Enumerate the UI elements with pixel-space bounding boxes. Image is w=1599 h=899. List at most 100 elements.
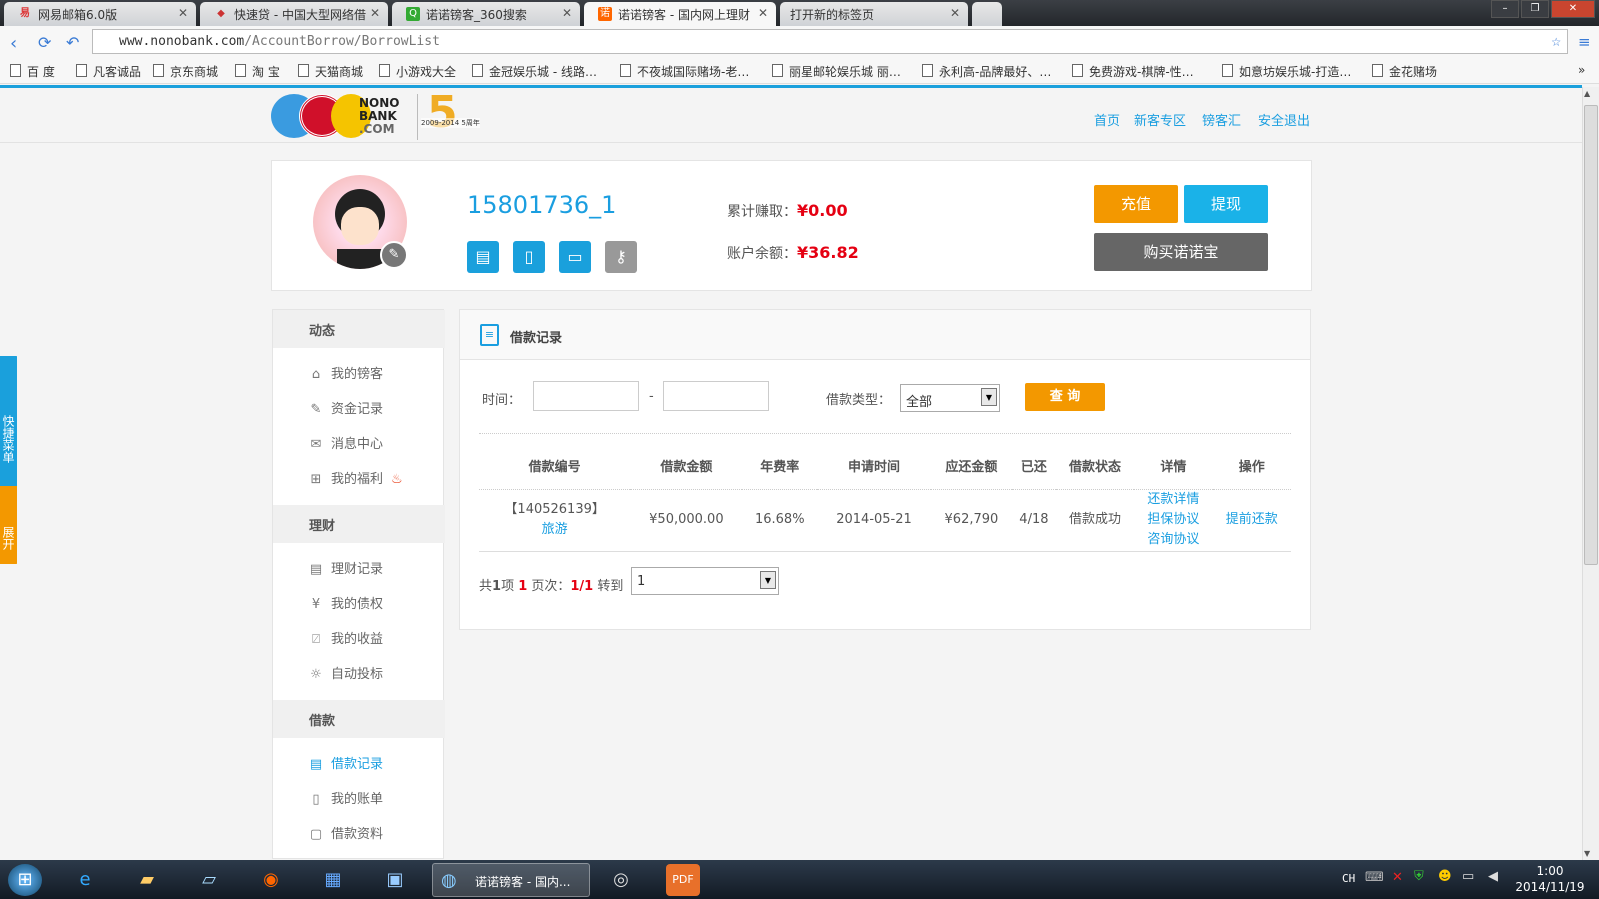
scroll-down-icon[interactable]: ▼ xyxy=(1584,849,1590,858)
site-logo[interactable]: NONO BANK .COM 5 2009-2014 5周年 xyxy=(271,90,491,140)
guarantee-agreement-link[interactable]: 担保协议 xyxy=(1147,512,1199,527)
sidebar-item-messages[interactable]: ✉ 消息中心 xyxy=(307,433,383,452)
withdraw-button[interactable]: 提现 xyxy=(1184,185,1268,223)
shield-icon[interactable]: ⛨ xyxy=(1414,869,1424,884)
keyboard-icon[interactable]: ⌨ xyxy=(1365,870,1384,885)
annual-rate: 16.68% xyxy=(742,489,818,552)
cd-icon[interactable]: ◎ xyxy=(604,864,638,896)
bookmark[interactable]: 丽星邮轮娱乐城 丽… xyxy=(772,63,901,80)
scrollbar[interactable]: ▲ ▼ xyxy=(1582,87,1599,860)
clock[interactable]: 1:00 2014/11/19 xyxy=(1510,863,1590,895)
sidebar-item-my-claims[interactable]: ¥ 我的债权 xyxy=(307,593,383,612)
star-icon[interactable]: ☆ xyxy=(1551,31,1561,50)
consulting-agreement-link[interactable]: 咨询协议 xyxy=(1147,532,1199,547)
tab-netease-mail[interactable]: 易网易邮箱6.0版 ✕ xyxy=(4,2,196,26)
sidebar-item-borrow-docs[interactable]: ▢ 借款资料 xyxy=(307,823,383,842)
loan-purpose-link[interactable]: 旅游 xyxy=(542,522,568,537)
start-button[interactable]: ⊞ xyxy=(8,864,42,896)
undo-icon[interactable]: ↶ xyxy=(66,33,79,52)
panel-title: 借款记录 xyxy=(510,331,563,346)
close-icon[interactable]: ✕ xyxy=(562,6,572,20)
bookmark[interactable]: 免费游戏-棋牌-性… xyxy=(1072,63,1194,80)
bookmark[interactable]: 百 度 xyxy=(10,63,55,80)
nav-home[interactable]: 首页 xyxy=(1094,110,1120,129)
sidebar-item-borrow-records[interactable]: ▤ 借款记录 xyxy=(307,753,383,772)
bookmarks-bar: 百 度 凡客诚品 京东商城 淘 宝 天猫商城 小游戏大全 金冠娱乐城 - 线路…… xyxy=(0,60,1599,84)
end-date-input[interactable] xyxy=(663,381,769,411)
bookmark[interactable]: 天猫商城 xyxy=(298,63,363,80)
start-date-input[interactable] xyxy=(533,381,639,411)
bookmark[interactable]: 金冠娱乐城 - 线路… xyxy=(472,63,597,80)
edit-avatar-icon[interactable]: ✎ xyxy=(380,241,408,269)
nav-new-customer[interactable]: 新客专区 xyxy=(1134,110,1186,129)
pdf-icon[interactable]: PDF xyxy=(666,864,700,896)
sidebar-section-title: 动态 xyxy=(273,310,445,348)
sidebar-item-welfare[interactable]: ⊞ 我的福利 ♨ xyxy=(307,468,403,487)
tab-kuaisudai[interactable]: ◆ 快速贷 - 中国大型网络借 ✕ xyxy=(200,2,388,26)
more-bookmarks-button[interactable]: » xyxy=(1578,63,1585,77)
bookmark[interactable]: 不夜城国际赌场-老… xyxy=(620,63,749,80)
sidebar-item-invest-records[interactable]: ▤ 理财记录 xyxy=(307,558,383,577)
quick-menu[interactable]: 快捷菜单 展开 xyxy=(0,356,19,564)
sidebar-item-my-bills[interactable]: ▯ 我的账单 xyxy=(307,788,383,807)
close-icon[interactable]: ✕ xyxy=(758,6,768,20)
taskbar-active-window[interactable]: ◍ 诺诺镑客 - 国内... xyxy=(432,863,590,897)
close-icon[interactable]: ✕ xyxy=(178,6,188,20)
query-button[interactable]: 查 询 xyxy=(1025,383,1105,411)
sidebar-section-title: 借款 xyxy=(273,700,445,738)
col-header: 操作 xyxy=(1212,443,1291,490)
tab-360-search[interactable]: Q 诺诺镑客_360搜索 ✕ xyxy=(392,2,580,26)
volume-icon[interactable]: ◀ xyxy=(1488,869,1498,884)
minimize-button[interactable]: – xyxy=(1491,0,1519,18)
scrollbar-thumb[interactable] xyxy=(1584,105,1598,565)
bookmark[interactable]: 永利高-品牌最好、… xyxy=(922,63,1051,80)
bookmark[interactable]: 淘 宝 xyxy=(235,63,280,80)
close-icon[interactable]: ✕ xyxy=(950,6,960,20)
notepad-icon[interactable]: ▱ xyxy=(192,864,226,896)
borrow-type-select[interactable]: 全部 ▼ xyxy=(900,384,1000,412)
bookmark[interactable]: 金花赌场 xyxy=(1372,63,1437,80)
browser-360-icon[interactable]: ◉ xyxy=(254,864,288,896)
tab-nonobank[interactable]: 诺诺诺镑客 - 国内网上理财 ✕ xyxy=(584,2,776,26)
col-header: 年费率 xyxy=(742,443,818,490)
language-indicator[interactable]: CH xyxy=(1342,872,1355,885)
nav-bangke-hui[interactable]: 镑客汇 xyxy=(1202,110,1241,129)
sidebar-item-auto-bid[interactable]: ☼ 自动投标 xyxy=(307,663,383,682)
phone-icon[interactable]: ▯ xyxy=(513,241,545,273)
url-input[interactable]: www.nonobank.com/AccountBorrow/BorrowLis… xyxy=(92,29,1568,54)
ie-icon[interactable]: e xyxy=(68,864,102,896)
network-icon[interactable]: ▣ xyxy=(378,864,412,896)
bookmark[interactable]: 京东商城 xyxy=(153,63,218,80)
folder-icon[interactable]: ▰ xyxy=(130,864,164,896)
scroll-up-icon[interactable]: ▲ xyxy=(1584,89,1590,98)
bookmark[interactable]: 小游戏大全 xyxy=(379,63,456,80)
sidebar-item-my-earnings[interactable]: ⍁ 我的收益 xyxy=(307,628,383,647)
recharge-button[interactable]: 充值 xyxy=(1094,185,1178,223)
new-tab-button[interactable] xyxy=(972,2,1002,26)
buy-nonobao-button[interactable]: 购买诺诺宝 xyxy=(1094,233,1268,271)
network-status-icon[interactable]: ▭ xyxy=(1462,869,1474,884)
quick-menu-label[interactable]: 快捷菜单 xyxy=(0,356,17,486)
sidebar-item-fund-records[interactable]: ✎ 资金记录 xyxy=(307,398,383,417)
close-window-button[interactable]: ✕ xyxy=(1551,0,1595,18)
back-icon[interactable]: ‹ xyxy=(10,33,17,54)
bookmark[interactable]: 如意坊娱乐城-打造… xyxy=(1222,63,1351,80)
repayment-details-link[interactable]: 还款详情 xyxy=(1147,492,1199,507)
early-repayment-link[interactable]: 提前还款 xyxy=(1226,512,1278,527)
key-icon[interactable]: ⚷ xyxy=(605,241,637,273)
qq-icon[interactable]: ☻ xyxy=(1438,869,1452,884)
close-icon[interactable]: ✕ xyxy=(370,6,380,20)
page-jump-select[interactable]: 1 ▼ xyxy=(631,567,779,595)
id-card-icon[interactable]: ▤ xyxy=(467,241,499,273)
bank-card-icon[interactable]: ▭ xyxy=(559,241,591,273)
bookmark[interactable]: 凡客诚品 xyxy=(76,63,141,80)
refresh-icon[interactable]: ⟳ xyxy=(38,33,51,52)
tab-new-tab[interactable]: 打开新的标签页 ✕ xyxy=(780,2,968,26)
expand-button[interactable]: 展开 xyxy=(0,486,17,564)
menu-icon[interactable]: ≡ xyxy=(1578,33,1591,51)
red-x-icon[interactable]: ✕ xyxy=(1392,870,1403,885)
media-icon[interactable]: ▦ xyxy=(316,864,350,896)
maximize-button[interactable]: ❐ xyxy=(1521,0,1549,18)
nav-logout[interactable]: 安全退出 xyxy=(1258,110,1310,129)
sidebar-item-my-bangke[interactable]: ⌂ 我的镑客 xyxy=(307,363,383,382)
